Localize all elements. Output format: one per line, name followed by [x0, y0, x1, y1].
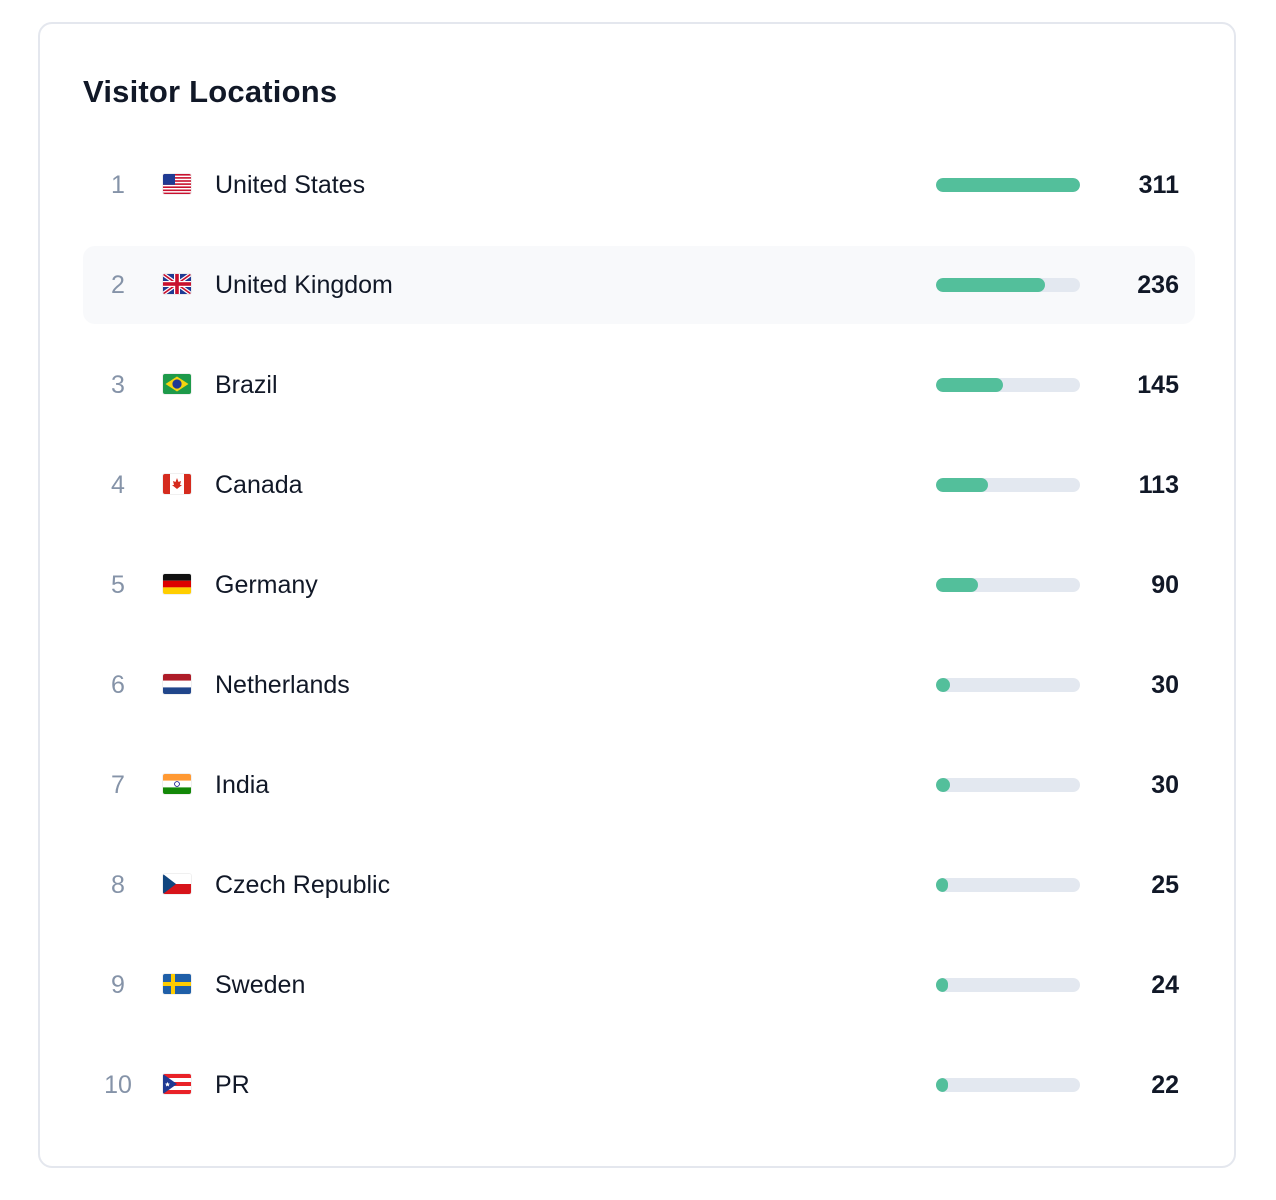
row-rank: 7 [111, 771, 125, 799]
visitor-count: 311 [1138, 171, 1179, 199]
bar-fill [936, 578, 978, 592]
row-rank: 8 [111, 871, 125, 899]
visitor-count: 25 [1151, 871, 1179, 899]
bar-fill [936, 678, 950, 692]
country-name: Netherlands [215, 671, 350, 699]
row-rank: 6 [111, 671, 125, 699]
visitor-share-bar [936, 478, 1080, 492]
visitor-count: 24 [1151, 971, 1179, 999]
visitor-share-bar [936, 378, 1080, 392]
visitor-share-bar [936, 778, 1080, 792]
flag-pr-icon [163, 1074, 191, 1094]
country-name: India [215, 771, 270, 799]
row-rank: 9 [111, 971, 125, 999]
flag-us-icon [163, 174, 191, 194]
visitor-count: 145 [1137, 371, 1179, 399]
country-name: Czech Republic [215, 871, 391, 899]
location-row[interactable]: 4 Canada 113 [83, 446, 1195, 524]
visitor-share-bar [936, 178, 1080, 192]
row-rank: 3 [111, 371, 125, 399]
flag-cz-icon [163, 874, 191, 894]
bar-fill [936, 378, 1004, 392]
flag-in-icon [163, 774, 191, 794]
visitor-count: 236 [1137, 271, 1179, 299]
flag-de-icon [163, 574, 191, 594]
location-row[interactable]: 3 Brazil 145 [83, 346, 1195, 424]
row-rank: 5 [111, 571, 125, 599]
visitor-share-bar [936, 678, 1080, 692]
bar-fill [936, 478, 989, 492]
location-row[interactable]: 9 Sweden 24 [83, 946, 1195, 1024]
country-name: Sweden [215, 971, 306, 999]
location-row[interactable]: 5 Germany 90 [83, 546, 1195, 624]
row-rank: 10 [104, 1071, 132, 1099]
visitor-locations-card: Visitor Locations 1 United States 311 2 … [38, 22, 1236, 1168]
flag-nl-icon [163, 674, 191, 694]
country-name: Germany [215, 571, 318, 599]
country-name: PR [215, 1071, 250, 1099]
location-row[interactable]: 1 United States 311 [83, 146, 1195, 224]
visitor-share-bar [936, 278, 1080, 292]
flag-br-icon [163, 374, 191, 394]
visitor-share-bar [936, 978, 1080, 992]
row-rank: 4 [111, 471, 125, 499]
country-name: Canada [215, 471, 303, 499]
visitor-count: 90 [1151, 571, 1179, 599]
bar-fill [936, 978, 948, 992]
visitor-count: 22 [1151, 1071, 1179, 1099]
flag-gb-icon [163, 274, 191, 294]
flag-se-icon [163, 974, 191, 994]
bar-fill [936, 878, 948, 892]
visitor-share-bar [936, 1078, 1080, 1092]
location-row[interactable]: 8 Czech Republic 25 [83, 846, 1195, 924]
visitor-count: 30 [1151, 771, 1179, 799]
bar-fill [936, 1078, 948, 1092]
country-name: United Kingdom [215, 271, 393, 299]
country-name: Brazil [215, 371, 278, 399]
visitor-count: 113 [1138, 471, 1179, 499]
visitor-share-bar [936, 878, 1080, 892]
visitor-share-bar [936, 578, 1080, 592]
locations-list: 1 United States 311 2 United Kingdom 236… [83, 146, 1195, 1146]
flag-ca-icon [163, 474, 191, 494]
country-name: United States [215, 171, 366, 199]
bar-fill [936, 778, 950, 792]
row-rank: 1 [111, 171, 125, 199]
visitor-count: 30 [1151, 671, 1179, 699]
location-row[interactable]: 10 PR 22 [83, 1046, 1195, 1124]
location-row[interactable]: 2 United Kingdom 236 [83, 246, 1195, 324]
bar-fill [936, 178, 1080, 192]
card-title: Visitor Locations [83, 74, 338, 109]
row-rank: 2 [111, 271, 125, 299]
location-row[interactable]: 7 India 30 [83, 746, 1195, 824]
location-row[interactable]: 6 Netherlands 30 [83, 646, 1195, 724]
bar-fill [936, 278, 1046, 292]
